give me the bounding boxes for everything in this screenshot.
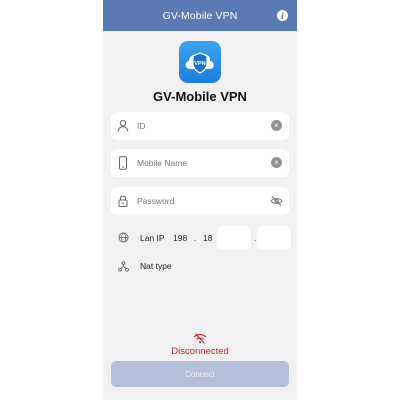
lan-ip-octet-2[interactable]: 18 (203, 226, 212, 250)
nat-type-row: Nat type (111, 257, 291, 275)
network-icon (118, 261, 129, 272)
password-field[interactable] (111, 187, 289, 215)
password-input[interactable] (137, 187, 248, 215)
lan-ip-octet-3-input[interactable] (217, 226, 251, 250)
logo-text: VPN (194, 61, 205, 67)
connection-status: Disconnected (171, 346, 229, 357)
lan-ip-dot-1: . (194, 234, 197, 243)
nav-title: GV-Mobile VPN (162, 9, 238, 22)
connect-button[interactable]: Connect (111, 361, 289, 387)
globe-icon (118, 232, 129, 243)
lan-ip-label: Lan IP (140, 233, 165, 243)
phone-icon (119, 156, 127, 170)
id-input[interactable] (137, 112, 248, 140)
wifi-off-icon (193, 333, 207, 344)
lan-ip-dot-3: . (254, 234, 257, 243)
vpn-cloud-shield-icon: VPN (185, 52, 214, 74)
lan-ip-octet-4-input[interactable] (257, 226, 291, 250)
navigation-bar: GV-Mobile VPN i (103, 0, 297, 31)
id-field[interactable]: × (111, 112, 289, 140)
clear-id-icon[interactable]: × (271, 120, 282, 131)
nat-type-label: Nat type (140, 261, 172, 271)
app-title: GV-Mobile VPN (153, 89, 247, 104)
person-icon (117, 119, 129, 132)
lock-icon (118, 195, 128, 207)
app-screen: GV-Mobile VPN i VPN GV-Mobile VPN × × (103, 0, 297, 400)
eye-off-icon[interactable] (270, 195, 283, 207)
mobile-name-input[interactable] (137, 149, 248, 177)
lan-ip-octet-1[interactable]: 198 (173, 226, 187, 250)
app-logo: VPN (179, 41, 221, 83)
clear-mobile-name-icon[interactable]: × (271, 157, 282, 168)
mobile-name-field[interactable]: × (111, 149, 289, 177)
lan-ip-row: Lan IP 198 . 18 . . (111, 226, 291, 250)
info-icon[interactable]: i (277, 10, 288, 21)
